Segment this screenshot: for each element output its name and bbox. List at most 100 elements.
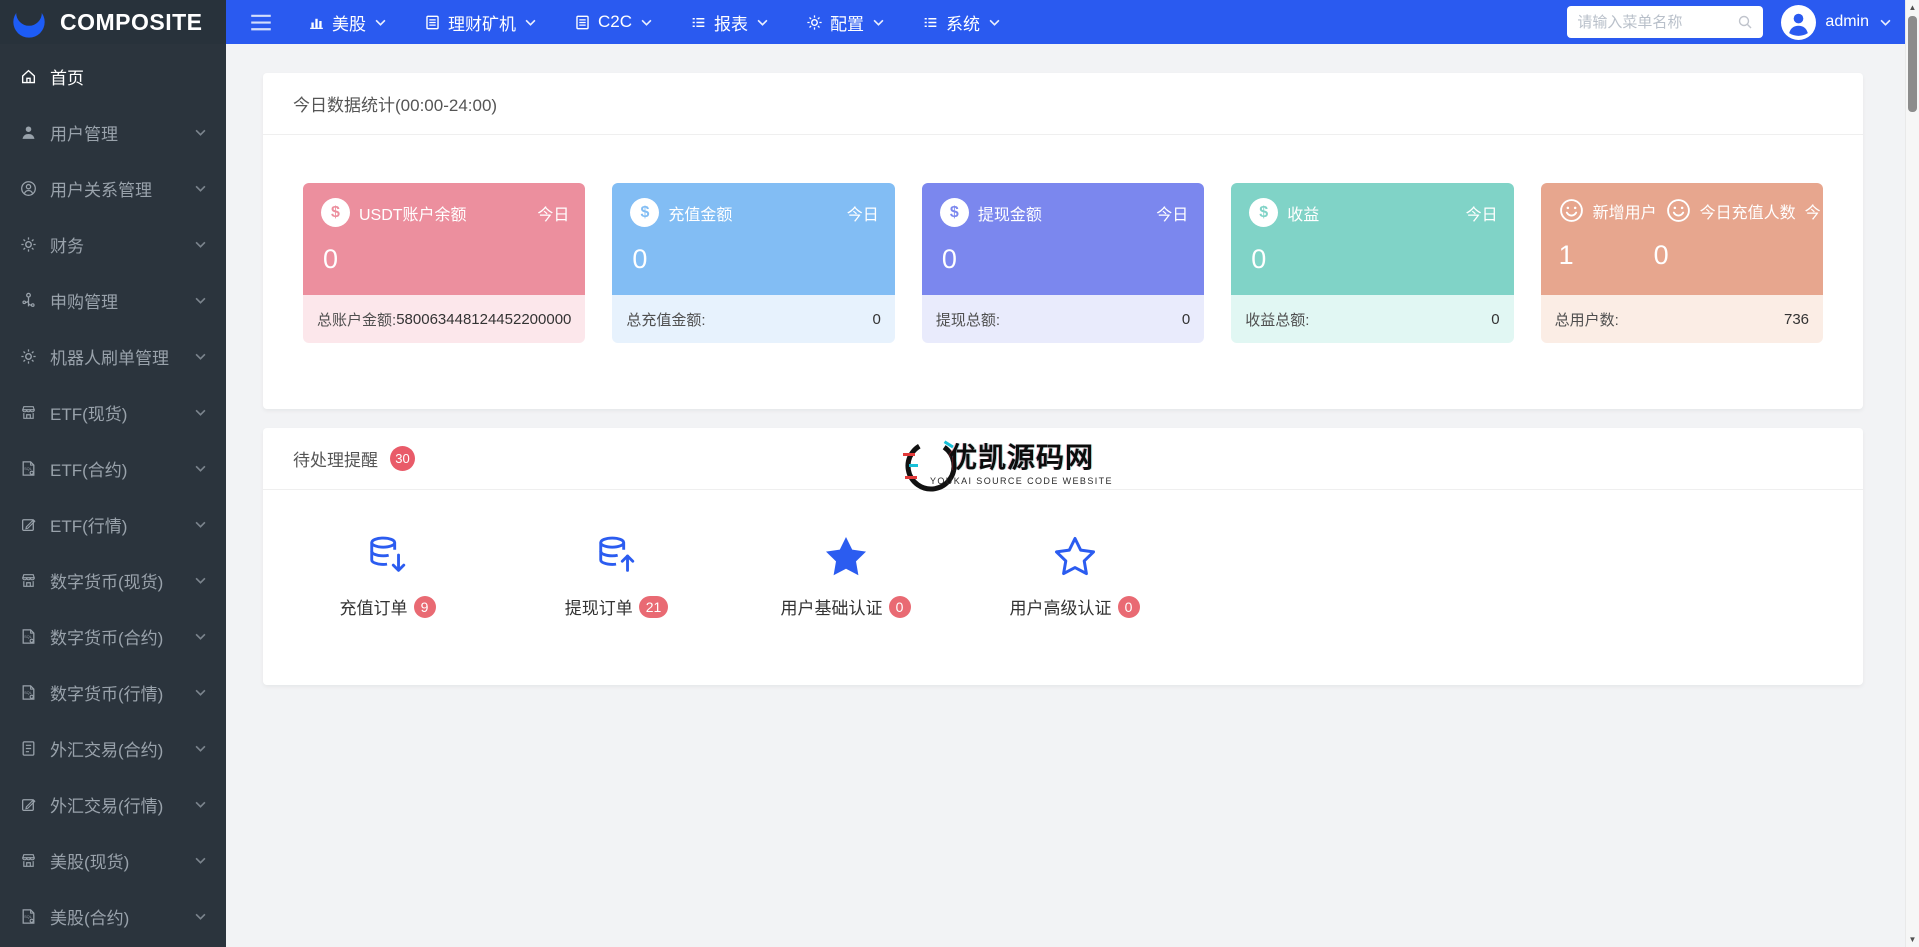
sidebar-item-label: 用户关系管理 xyxy=(50,176,152,201)
reminder-label: 充值订单 xyxy=(340,594,408,619)
pending-reminders-header: 待处理提醒 30 xyxy=(263,428,1863,490)
sidebar-item-1[interactable]: 首页 xyxy=(0,48,226,104)
search-icon[interactable] xyxy=(1737,14,1753,30)
gear-icon xyxy=(20,236,37,253)
scroll-down-arrow-icon[interactable]: ▼ xyxy=(1906,933,1919,946)
sidebar-item-label: 美股(合约) xyxy=(50,904,129,929)
today-label: 今日 xyxy=(1156,201,1188,225)
reminder-item-1[interactable]: 充值订单9 xyxy=(273,534,502,619)
sidebar-item-2[interactable]: 用户管理 xyxy=(0,104,226,160)
sidebar-item-16[interactable]: SQL 美股(合约) xyxy=(0,888,226,944)
sidebar-item-4[interactable]: 财务 xyxy=(0,216,226,272)
sidebar-item-label: 外汇交易(行情) xyxy=(50,792,163,817)
stat-card-value: 0 xyxy=(1249,244,1497,275)
chart-icon xyxy=(308,14,325,31)
user-menu[interactable]: admin xyxy=(1781,5,1891,40)
topnav-item-5[interactable]: 配置 xyxy=(806,10,884,35)
vertical-scrollbar[interactable]: ▲ ▼ xyxy=(1905,0,1919,947)
smiley-icon xyxy=(1559,198,1584,223)
sidebar-item-label: 财务 xyxy=(50,232,84,257)
reminders-row: 充值订单9提现订单21用户基础认证0用户高级认证0 xyxy=(263,490,1863,685)
pending-reminders-panel: 待处理提醒 30 充值订单9提现订单21用户基础认证0用户高级认证0 优凯源码网 xyxy=(263,428,1863,685)
chevron-down-icon xyxy=(195,409,206,416)
today-label: 今日 xyxy=(847,201,879,225)
sidebar-item-7[interactable]: ETF(现货) xyxy=(0,384,226,440)
brand-name: COMPOSITE xyxy=(60,9,203,36)
reminder-item-2[interactable]: 提现订单21 xyxy=(502,534,731,619)
brand[interactable]: COMPOSITE xyxy=(0,0,226,44)
sidebar-item-13[interactable]: 外汇交易(合约) xyxy=(0,720,226,776)
sidebar-item-14[interactable]: 外汇交易(行情) xyxy=(0,776,226,832)
chevron-down-icon xyxy=(1880,19,1891,26)
chevron-down-icon xyxy=(195,297,206,304)
stat-card-head: $USDT账户余额今日 xyxy=(321,198,569,227)
file-text-icon xyxy=(20,740,37,757)
menu-search-box xyxy=(1567,6,1763,38)
file-sql-icon: SQL xyxy=(20,460,37,477)
sidebar-item-9[interactable]: ETF(行情) xyxy=(0,496,226,552)
topnav-item-label: C2C xyxy=(598,12,632,32)
pending-reminders-title: 待处理提醒 xyxy=(293,446,378,471)
doc-icon xyxy=(424,14,441,31)
star-filled-icon xyxy=(824,534,868,578)
sidebar-item-6[interactable]: 机器人刷单管理 xyxy=(0,328,226,384)
stat-footer-value: 0 xyxy=(1491,311,1499,328)
topnav-item-label: 美股 xyxy=(332,10,366,35)
sidebar-item-10[interactable]: 数字货币(现货) xyxy=(0,552,226,608)
sidebar: 首页用户管理用户关系管理财务申购管理机器人刷单管理 ETF(现货)SQLETF(合… xyxy=(0,44,226,947)
gear-icon xyxy=(806,14,823,31)
chevron-down-icon xyxy=(195,633,206,640)
db-up-icon xyxy=(595,534,639,578)
stat-card-value: 1 xyxy=(1559,240,1654,271)
stat-card-1: $USDT账户余额今日0总账户金额:580063448124452200000 xyxy=(303,183,585,343)
sidebar-item-8[interactable]: SQLETF(合约) xyxy=(0,440,226,496)
reminder-count-badge: 0 xyxy=(1118,596,1140,618)
stat-card-value: 0 xyxy=(940,244,1188,275)
user-avatar-icon xyxy=(1781,5,1816,40)
sidebar-item-3[interactable]: 用户关系管理 xyxy=(0,160,226,216)
main-content: 今日数据统计(00:00-24:00) $USDT账户余额今日0总账户金额:58… xyxy=(226,44,1905,947)
sidebar-item-label: 用户管理 xyxy=(50,120,118,145)
sidebar-item-12[interactable]: SQL数字货币(行情) xyxy=(0,664,226,720)
reminder-label-row: 用户高级认证0 xyxy=(1010,594,1140,619)
topnav-item-4[interactable]: 报表 xyxy=(690,10,768,35)
stat-card-top: 新增用户今日充值人数今日10 xyxy=(1541,183,1823,295)
chevron-down-icon xyxy=(195,857,206,864)
stat-card-top: $收益今日0 xyxy=(1231,183,1513,295)
dollar-icon: $ xyxy=(1249,198,1278,227)
shop-icon xyxy=(20,572,37,589)
stat-card-4: $收益今日0收益总额:0 xyxy=(1231,183,1513,343)
hamburger-icon[interactable] xyxy=(250,14,272,31)
stat-card-top: $提现金额今日 0 xyxy=(922,183,1204,295)
reminder-label-row: 用户基础认证0 xyxy=(781,594,911,619)
stat-card-value: 0 xyxy=(1654,240,1669,271)
pending-count-badge: 30 xyxy=(390,446,415,471)
search-input[interactable] xyxy=(1577,14,1731,31)
reminder-item-4[interactable]: 用户高级认证0 xyxy=(960,534,1189,619)
sidebar-item-15[interactable]: 美股(现货) xyxy=(0,832,226,888)
sidebar-item-label: 机器人刷单管理 xyxy=(50,344,169,369)
chevron-down-icon xyxy=(195,689,206,696)
scroll-up-arrow-icon[interactable]: ▲ xyxy=(1906,1,1919,14)
reminder-item-3[interactable]: 用户基础认证0 xyxy=(731,534,960,619)
app-root: COMPOSITE 美股 理财矿机 C2C 报表 配置 系统 admin xyxy=(0,0,1919,947)
svg-text:SQL: SQL xyxy=(24,915,32,919)
stat-card-head: $充值金额今日 xyxy=(630,198,878,227)
topnav-item-3[interactable]: C2C xyxy=(574,12,652,32)
stat-card-title: USDT账户余额 xyxy=(359,201,467,225)
topnav-item-6[interactable]: 系统 xyxy=(922,10,1000,35)
stat-card-head: $提现金额今日 xyxy=(940,198,1188,227)
scrollbar-thumb[interactable] xyxy=(1908,16,1917,112)
stat-footer-label: 总账户金额: xyxy=(317,309,396,330)
today-stats-title: 今日数据统计(00:00-24:00) xyxy=(293,91,497,116)
sidebar-item-5[interactable]: 申购管理 xyxy=(0,272,226,328)
topnav-item-1[interactable]: 美股 xyxy=(308,10,386,35)
stat-card-footer: 收益总额:0 xyxy=(1231,295,1513,343)
chevron-down-icon xyxy=(525,19,536,26)
topnav-item-2[interactable]: 理财矿机 xyxy=(424,10,536,35)
chevron-down-icon xyxy=(195,801,206,808)
reminder-label: 用户基础认证 xyxy=(781,594,883,619)
today-stats-header: 今日数据统计(00:00-24:00) xyxy=(263,73,1863,135)
user-circle-icon xyxy=(20,180,37,197)
sidebar-item-11[interactable]: SQL数字货币(合约) xyxy=(0,608,226,664)
